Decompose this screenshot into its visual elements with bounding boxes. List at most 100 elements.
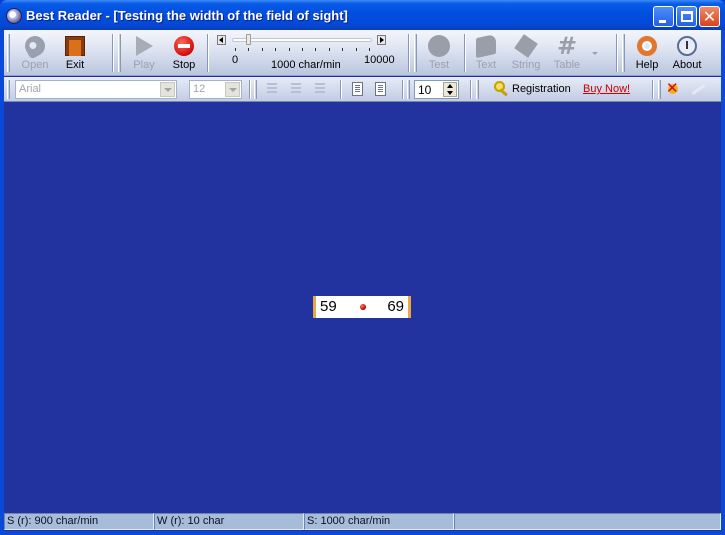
app-window: Best Reader - [Testing the width of the … [0, 0, 725, 535]
toolbar-separator [470, 80, 472, 99]
speed-value-label: 1000 char/min [271, 59, 341, 71]
text-page-icon [476, 33, 496, 59]
toolbar-separator [112, 34, 114, 72]
toolbar-separator [464, 34, 466, 72]
field-width-spinner[interactable]: 10 [414, 80, 459, 99]
help-button[interactable]: Help [628, 32, 666, 74]
slider-tick [355, 48, 357, 51]
open-icon [21, 32, 49, 60]
status-width: W (r): 10 char [154, 513, 304, 530]
magic-wand-icon[interactable] [690, 82, 706, 96]
window-title: Best Reader - [Testing the width of the … [26, 8, 348, 23]
slider-tick [342, 48, 344, 51]
play-button[interactable]: Play [125, 32, 163, 74]
sight-width-test-box: 59 69 [313, 296, 411, 318]
exit-door-icon [65, 36, 85, 56]
registration-button[interactable]: Registration [512, 83, 571, 95]
speed-slider-ticks [235, 48, 375, 52]
toolbar-separator [616, 34, 618, 72]
close-button[interactable]: ✕ [699, 6, 720, 27]
string-label: String [511, 59, 541, 71]
slider-tick [275, 48, 277, 51]
chevron-down-icon[interactable] [160, 82, 175, 97]
toolbar-grip[interactable] [622, 34, 625, 72]
arrow-right-icon [380, 37, 384, 43]
toolbar-grip[interactable] [658, 80, 661, 99]
toolbar-grip[interactable] [7, 80, 10, 99]
table-dropdown-arrow-icon[interactable] [592, 52, 598, 55]
toolbar-grip[interactable] [407, 80, 410, 99]
about-button[interactable]: About [668, 32, 706, 74]
sight-left-number: 59 [320, 298, 337, 315]
speed-slider-track[interactable] [232, 38, 372, 42]
speed-decrease-button[interactable] [217, 35, 226, 45]
toolbar-grip[interactable] [7, 34, 10, 72]
align-center-icon[interactable] [291, 83, 301, 95]
slider-tick [288, 48, 290, 51]
stop-button[interactable]: Stop [165, 32, 203, 74]
close-icon: ✕ [702, 7, 717, 26]
play-label: Play [133, 59, 155, 71]
chevron-down-icon[interactable] [225, 82, 240, 97]
status-reading-speed: S (r): 900 char/min [4, 513, 154, 530]
toolbar-grip[interactable] [254, 80, 257, 99]
table-hash-icon: # [557, 32, 578, 60]
clock-icon [677, 36, 697, 56]
string-button[interactable]: String [507, 32, 545, 74]
status-bar: S (r): 900 char/min W (r): 10 char S: 10… [4, 511, 721, 531]
exit-label: Exit [65, 59, 85, 71]
table-button[interactable]: # Table [548, 32, 586, 74]
speed-increase-button[interactable] [377, 35, 386, 45]
toolbar-grip[interactable] [476, 80, 479, 99]
slider-tick [369, 48, 370, 51]
text-button[interactable]: Text [467, 32, 505, 74]
spin-up-icon[interactable] [447, 84, 453, 88]
no-bug-icon[interactable] [665, 79, 681, 97]
font-select[interactable]: Arial [15, 80, 177, 99]
toolbar-grip[interactable] [414, 34, 417, 72]
document-lines-icon[interactable] [375, 82, 386, 96]
format-toolbar: Arial 12 10 Registration Buy Now! ✕ [4, 77, 721, 102]
arrow-left-icon [219, 37, 223, 43]
open-button[interactable]: Open [16, 32, 54, 74]
speed-slider[interactable]: 0 1000 char/min 10000 [214, 33, 395, 73]
key-icon[interactable] [494, 81, 510, 97]
toolbar-separator [207, 34, 209, 72]
maximize-icon [681, 11, 693, 22]
spin-down-icon[interactable] [447, 91, 453, 95]
maximize-button[interactable] [676, 6, 697, 27]
align-left-icon[interactable] [267, 83, 277, 95]
title-bar[interactable]: Best Reader - [Testing the width of the … [0, 0, 725, 30]
spinner-buttons[interactable] [443, 82, 457, 97]
slider-tick [328, 48, 330, 51]
toolbar-separator [408, 34, 410, 72]
slider-tick [248, 48, 250, 51]
about-label: About [672, 59, 702, 71]
align-right-icon[interactable] [315, 83, 325, 95]
font-select-value: Arial [19, 83, 42, 95]
app-icon[interactable] [6, 8, 22, 24]
play-icon [136, 36, 153, 56]
stop-icon [174, 36, 194, 56]
speed-slider-thumb[interactable] [246, 34, 252, 45]
reading-canvas: 59 69 [4, 103, 721, 511]
minimize-button[interactable] [653, 6, 674, 27]
table-label: Table [553, 59, 581, 71]
buy-now-link[interactable]: Buy Now! [583, 83, 630, 95]
slider-tick [261, 48, 263, 51]
test-label: Test [428, 59, 450, 71]
font-size-select[interactable]: 12 [189, 80, 242, 99]
status-speed: S: 1000 char/min [304, 513, 454, 530]
speed-max-label: 10000 [364, 54, 395, 66]
toolbar-separator [652, 80, 654, 99]
toolbar-grip[interactable] [118, 34, 121, 72]
slider-tick [302, 48, 303, 51]
text-label: Text [475, 59, 497, 71]
toolbar-separator [249, 80, 251, 99]
stop-label: Stop [172, 59, 196, 71]
fixation-dot-icon [360, 304, 366, 310]
slider-tick [235, 48, 236, 51]
exit-button[interactable]: Exit [56, 32, 94, 74]
document-icon[interactable] [352, 82, 363, 96]
test-button[interactable]: Test [420, 32, 458, 74]
